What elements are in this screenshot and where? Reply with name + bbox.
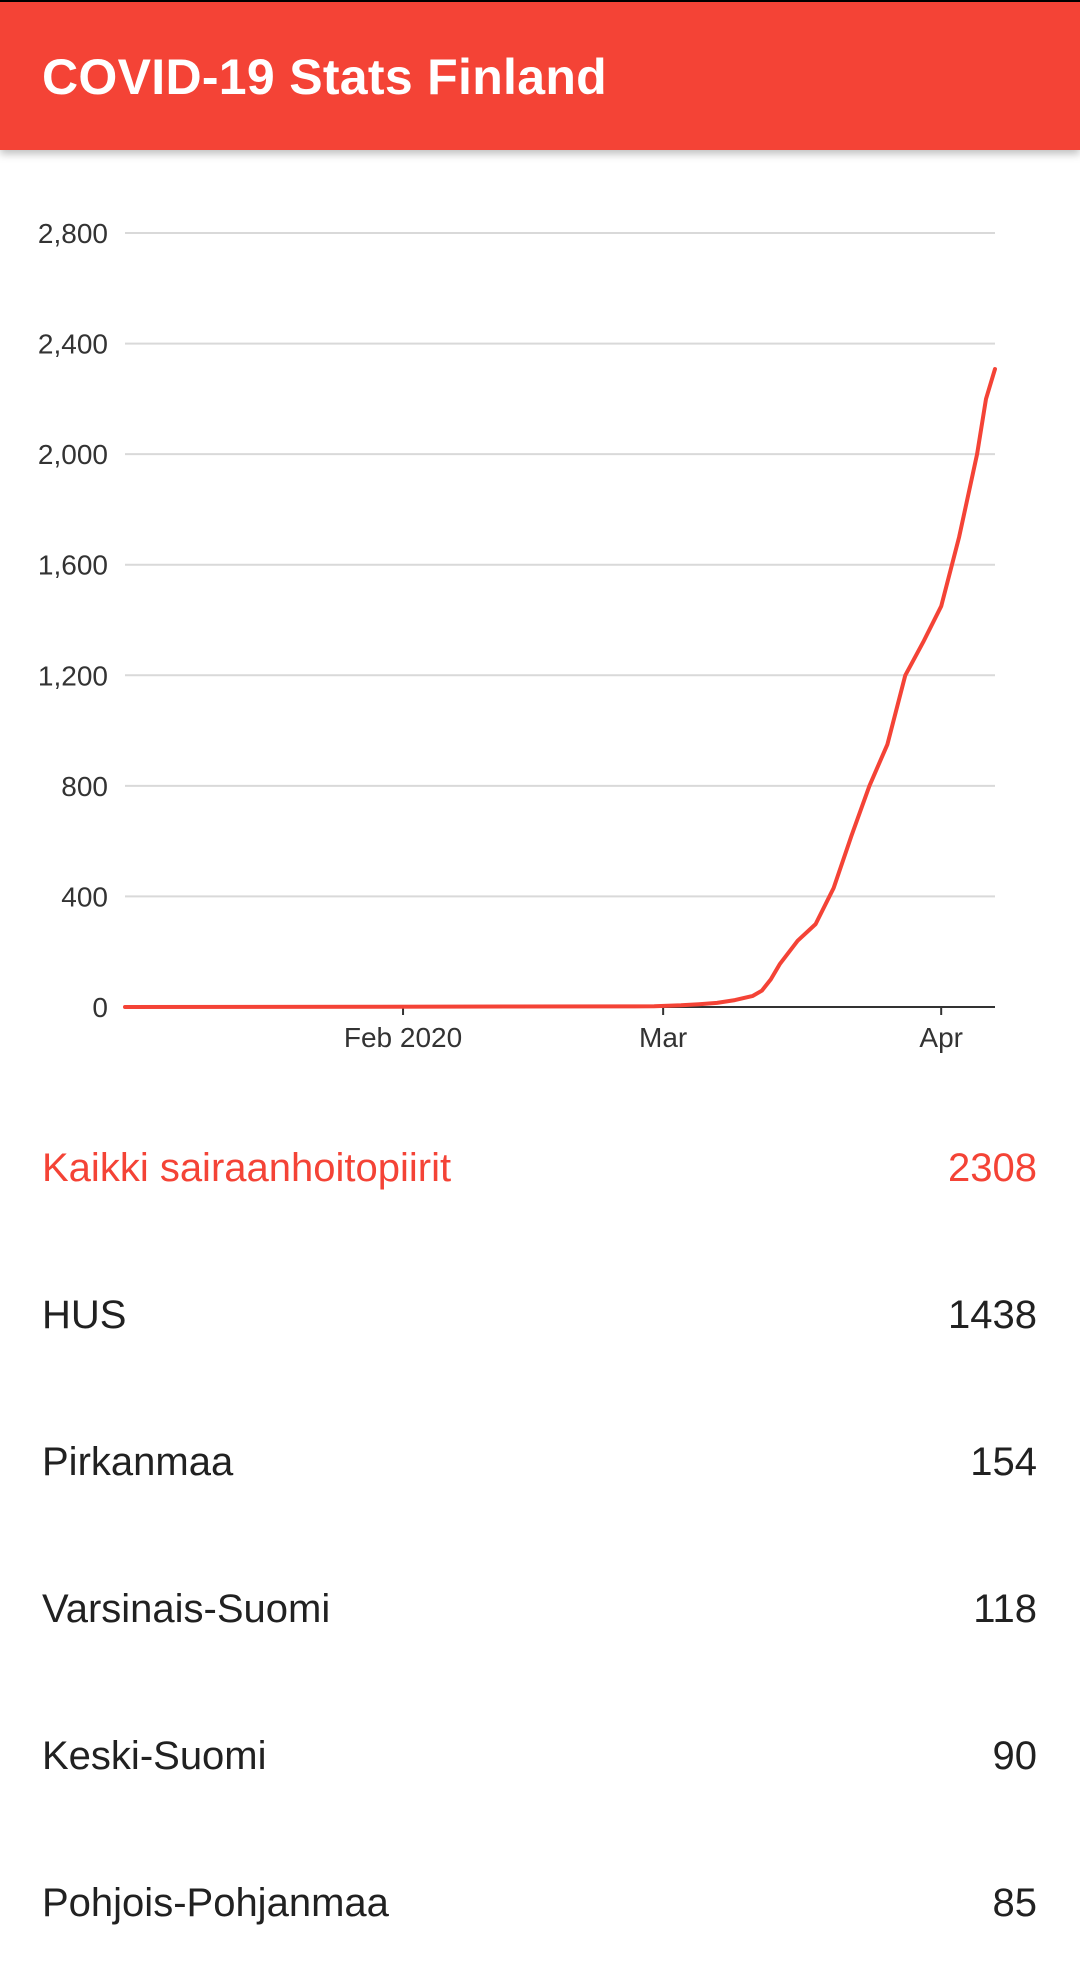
y-tick-label: 2,400 bbox=[38, 329, 108, 360]
region-count: 118 bbox=[973, 1587, 1037, 1631]
region-label: Varsinais-Suomi bbox=[42, 1587, 331, 1631]
y-tick-label: 400 bbox=[61, 881, 108, 912]
region-label: HUS bbox=[42, 1293, 127, 1337]
cases-chart-svg: 0 400 800 1,200 1,600 2,000 2,400 2,800 Feb 2020… bbox=[38, 218, 997, 1053]
region-label: Kaikki sairaanhoitopiirit bbox=[42, 1146, 452, 1190]
cases-chart: 0 400 800 1,200 1,600 2,000 2,400 2,800 Feb 2020… bbox=[0, 150, 1080, 1080]
y-tick-label: 800 bbox=[61, 771, 108, 802]
y-tick-label: 2,800 bbox=[38, 218, 108, 249]
y-tick-label: 2,000 bbox=[38, 439, 108, 470]
x-tick-label: Feb 2020 bbox=[344, 1022, 462, 1053]
region-count: 90 bbox=[992, 1734, 1038, 1778]
app-title: COVID-19 Stats Finland bbox=[42, 49, 608, 105]
region-row-keski-suomi[interactable]: Keski-Suomi 90 bbox=[0, 1683, 1080, 1830]
region-row-all[interactable]: Kaikki sairaanhoitopiirit 2308 bbox=[0, 1095, 1080, 1242]
y-tick-label: 1,200 bbox=[38, 660, 108, 691]
y-tick-label: 0 bbox=[92, 992, 108, 1023]
region-list: Kaikki sairaanhoitopiirit 2308 HUS 1438 … bbox=[0, 1095, 1080, 1977]
region-label: Pirkanmaa bbox=[42, 1440, 234, 1484]
region-row-hus[interactable]: HUS 1438 bbox=[0, 1242, 1080, 1389]
region-label: Pohjois-Pohjanmaa bbox=[42, 1881, 389, 1925]
region-row-varsinais-suomi[interactable]: Varsinais-Suomi 118 bbox=[0, 1536, 1080, 1683]
region-label: Keski-Suomi bbox=[42, 1734, 267, 1778]
x-tick-label: Apr bbox=[919, 1022, 963, 1053]
cases-series-line bbox=[123, 367, 997, 1009]
app-bar: COVID-19 Stats Finland bbox=[0, 0, 1080, 150]
region-row-pohjois-pohjanmaa[interactable]: Pohjois-Pohjanmaa 85 bbox=[0, 1830, 1080, 1977]
region-count: 85 bbox=[992, 1881, 1038, 1925]
region-count: 154 bbox=[970, 1440, 1037, 1484]
x-tick-label: Mar bbox=[639, 1022, 687, 1053]
region-row-pirkanmaa[interactable]: Pirkanmaa 154 bbox=[0, 1389, 1080, 1536]
y-tick-label: 1,600 bbox=[38, 550, 108, 581]
region-count: 1438 bbox=[948, 1293, 1037, 1337]
region-count: 2308 bbox=[948, 1146, 1037, 1190]
